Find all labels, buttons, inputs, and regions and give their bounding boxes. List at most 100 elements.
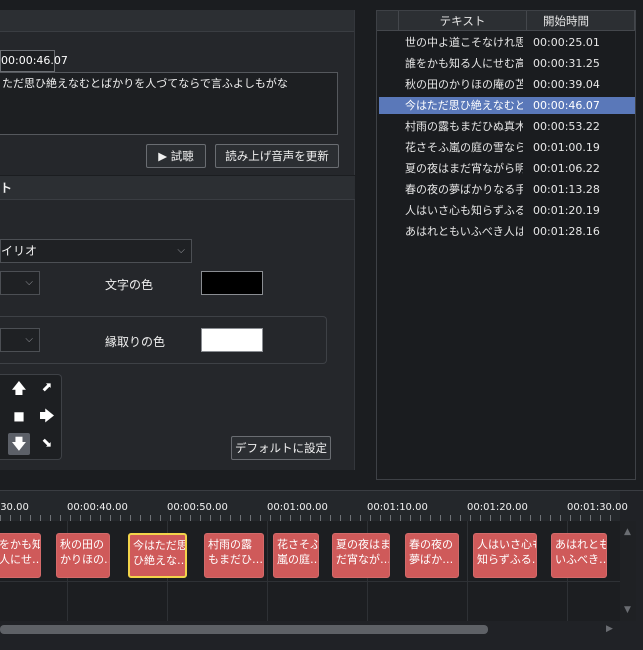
list-item-start: 00:00:46.07 [533, 99, 600, 112]
outline-combo[interactable]: ⌵ [0, 328, 40, 352]
arrow-down-right-icon[interactable]: ⬊ [36, 433, 58, 455]
timeline-clip[interactable]: をかも知 人にせ… [0, 533, 41, 578]
list-item-start: 00:01:00.19 [533, 141, 600, 154]
clip-line2: だ宵なが… [336, 553, 390, 566]
list-item[interactable]: 春の夜の夢ばかりなる手枕 00:01:13.28 [379, 181, 635, 198]
clip-line2: 知らずふる… [477, 553, 537, 566]
clip-line1: 今はただ思 [133, 539, 187, 552]
clip-line2: 夢ばか… [409, 553, 454, 566]
list-header: テキスト 開始時間 [377, 11, 635, 31]
timeline-vscroll[interactable]: ▲ ▼ [620, 521, 636, 621]
clip-line1: 夏の夜はま [336, 538, 390, 551]
clip-line1: あはれとも [555, 538, 607, 551]
font-combo[interactable]: ⌵ [0, 271, 40, 295]
timeline-ruler[interactable]: 00:00:30.00 00:00:40.00 00:00:50.00 00:01:0… [0, 491, 628, 521]
list-item-start: 00:01:13.28 [533, 183, 600, 196]
clip-line2: かりほの… [60, 553, 110, 566]
list-item[interactable]: 花さそふ嵐の庭の雪ならで 00:01:00.19 [379, 139, 635, 156]
clip-line1: 花さそふ [277, 538, 319, 551]
subtitle-editor-panel: 00:00:46.07 ただ思ひ絶えなむとばかりを人づてならで言ふよしもがな ▶… [0, 10, 355, 175]
chevron-down-icon: ⌵ [25, 277, 33, 288]
list-item-text: 今はただ思ひ絶えなむとば [405, 99, 523, 112]
outline-color-swatch[interactable] [201, 328, 263, 352]
list-item[interactable]: 秋の田のかりほの庵の苫を 00:00:39.04 [379, 76, 635, 93]
clip-line1: 人はいさ心も [477, 538, 537, 551]
scroll-down-icon[interactable]: ▼ [624, 605, 631, 615]
tick-label: 00:00:40.00 [67, 502, 128, 513]
list-item-text: 秋の田のかりほの庵の苫を [405, 78, 523, 91]
clip-line1: 春の夜の [409, 538, 453, 551]
list-item[interactable]: 誰をかも知る人にせむ高砂 00:00:31.25 [379, 55, 635, 72]
list-item-text: 人はいさ心も知らずふるさ [405, 204, 523, 217]
list-item-text: 世の中よ道こそなけれ思ひ [405, 36, 523, 49]
timeline-hscroll[interactable] [0, 625, 488, 634]
tick-label: 00:00:30.00 [0, 502, 29, 513]
list-item[interactable]: 今はただ思ひ絶えなむとば 00:00:46.07 [379, 97, 635, 114]
timeline-clip[interactable]: 春の夜の夢ばか… [405, 533, 459, 578]
update-voice-button[interactable]: 読み上げ音声を更新 [215, 144, 339, 168]
header-spacer [377, 11, 399, 31]
list-item-start: 00:00:31.25 [533, 57, 600, 70]
list-item[interactable]: 世の中よ道こそなけれ思ひ 00:00:25.01 [379, 34, 635, 51]
list-item-text: 誰をかも知る人にせむ高砂 [405, 57, 523, 70]
clip-line2: いふべき… [555, 553, 607, 566]
timeline-clip[interactable]: 人はいさ心も 知らずふる… [473, 533, 537, 578]
list-item-text: あはれともいふべき人は思 [405, 225, 523, 238]
list-item-start: 00:00:53.22 [533, 120, 600, 133]
timeline-clip[interactable]: あはれともいふべき… [551, 533, 607, 578]
grid-line [267, 521, 268, 621]
list-item-text: 村雨の露もまだひぬ真木の [405, 120, 523, 133]
arrow-right-icon[interactable]: 🡆 [36, 405, 58, 427]
arrow-up-icon[interactable]: 🡅 [8, 377, 30, 399]
timeline-clip[interactable]: 秋の田のかりほの… [56, 533, 110, 578]
tick-label: 00:01:00.00 [267, 502, 328, 513]
preview-button[interactable]: ▶ 試聴 [146, 144, 206, 168]
timeline-clip[interactable]: 夏の夜はまだ宵なが… [332, 533, 390, 578]
scroll-right-icon[interactable]: ▶ [606, 624, 613, 634]
subtitle-text-area[interactable]: ただ思ひ絶えなむとばかりを人づてならで言ふよしもがな [0, 72, 338, 135]
chevron-down-icon: ⌵ [177, 245, 185, 256]
arrow-down-icon[interactable]: 🡇 [8, 433, 30, 455]
grid-line [467, 521, 468, 621]
square-center-icon[interactable]: ■ [8, 405, 30, 427]
text-color-swatch[interactable] [201, 271, 263, 295]
style-panel-header: ト [0, 176, 355, 200]
list-item[interactable]: 人はいさ心も知らずふるさ 00:01:20.19 [379, 202, 635, 219]
list-item[interactable]: 夏の夜はまだ宵ながら明け 00:01:06.22 [379, 160, 635, 177]
tick-label: 00:01:30.00 [567, 502, 628, 513]
clip-line1: 村雨の露 [208, 538, 252, 551]
clip-line2: 人にせ… [0, 553, 41, 566]
timeline-clip[interactable]: 花さそふ嵐の庭… [273, 533, 319, 578]
position-pad: 🡅 ⬈ ■ 🡆 🡇 ⬊ [0, 374, 62, 460]
default-button[interactable]: デフォルトに設定 [231, 436, 331, 460]
track-divider [0, 581, 620, 582]
header-start[interactable]: 開始時間 [527, 11, 635, 31]
header-text[interactable]: テキスト [399, 11, 527, 31]
start-time-field[interactable]: 00:00:46.07 [0, 50, 68, 72]
voice-combo-value: イリオ [1, 244, 38, 258]
arrow-up-right-icon[interactable]: ⬈ [36, 377, 58, 399]
scroll-up-icon[interactable]: ▲ [624, 527, 631, 537]
clip-line2: 嵐の庭… [277, 553, 319, 566]
clip-line1: 秋の田の [60, 538, 104, 551]
list-item-text: 夏の夜はまだ宵ながら明け [405, 162, 523, 175]
clip-line2: ひ絶えな… [133, 554, 187, 567]
timeline-track[interactable]: をかも知 人にせ… 秋の田の かりほの… 今はただ思 ひ絶えな… 村雨の露 もまだひ… 花さそふ… [0, 521, 620, 621]
tick-label: 00:01:10.00 [367, 502, 428, 513]
list-item[interactable]: 村雨の露もまだひぬ真木の 00:00:53.22 [379, 118, 635, 135]
list-item-start: 00:01:06.22 [533, 162, 600, 175]
list-item-start: 00:01:20.19 [533, 204, 600, 217]
outline-color-label: 縁取りの色 [105, 335, 166, 349]
list-item-start: 00:01:28.16 [533, 225, 600, 238]
text-color-label: 文字の色 [105, 278, 154, 292]
timeline-clip[interactable]: 今はただ思ひ絶えな… [128, 533, 187, 578]
voice-combo[interactable]: イリオ ⌵ [0, 239, 192, 263]
clip-line2: もまだひ… [208, 553, 263, 566]
list-item-start: 00:00:25.01 [533, 36, 600, 49]
list-item-start: 00:00:39.04 [533, 78, 600, 91]
editor-panel-header [0, 10, 354, 32]
list-item[interactable]: あはれともいふべき人は思 00:01:28.16 [379, 223, 635, 240]
timeline-clip[interactable]: 村雨の露もまだひ… [204, 533, 264, 578]
list-item-text: 春の夜の夢ばかりなる手枕 [405, 183, 523, 196]
list-item-text: 花さそふ嵐の庭の雪ならで [405, 141, 523, 154]
